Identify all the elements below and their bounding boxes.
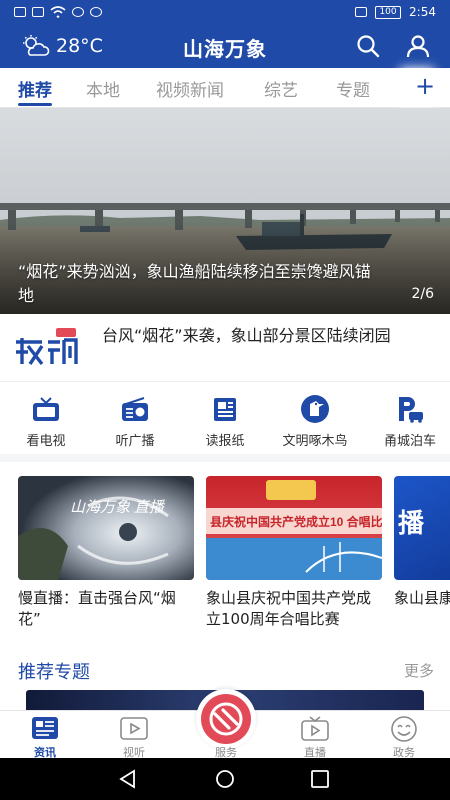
tab-recommend[interactable]: 推荐 xyxy=(18,76,52,101)
flash-news-bar[interactable]: 台风“烟花”来袭，象山部分景区陆续闭园 xyxy=(0,314,450,382)
card-health-literacy[interactable]: 播 象山县康素养 xyxy=(394,476,450,609)
section-title: 推荐专题 xyxy=(18,662,90,683)
live-tv-icon xyxy=(301,716,329,741)
tab-active-indicator xyxy=(18,103,52,106)
nav-news[interactable]: 资讯 xyxy=(15,716,75,760)
service-icon xyxy=(209,702,243,736)
app-notification-icon xyxy=(72,7,84,17)
woodpecker-icon xyxy=(301,395,329,423)
sim-icon xyxy=(14,7,26,17)
quick-link-radio[interactable]: 听广播 xyxy=(99,394,171,449)
quick-link-woodpecker[interactable]: 文明啄木鸟 xyxy=(279,394,351,449)
card-image: 播 xyxy=(394,476,450,580)
card-title[interactable]: 象山县康素养 xyxy=(394,588,450,609)
bottom-navigation: 资讯 视听 服务 直播 政务 xyxy=(0,689,450,760)
card-overlay-text: 播 xyxy=(398,508,425,538)
user-icon[interactable] xyxy=(406,34,430,58)
signal-icon xyxy=(32,7,44,17)
flash-news-headline[interactable]: 台风“烟花”来袭，象山部分景区陆续闭园 xyxy=(102,324,432,347)
search-icon[interactable] xyxy=(356,34,380,58)
tab-local[interactable]: 本地 xyxy=(86,76,120,101)
hero-caption[interactable]: “烟花”来势汹汹，象山渔船陆续移泊至崇馋避风锚地 xyxy=(18,260,378,308)
recents-icon xyxy=(311,770,329,788)
quick-link-tv[interactable]: 看电视 xyxy=(10,394,82,449)
card-overlay-text: 县庆祝中国共产党成立10 合唱比赛 xyxy=(210,514,382,529)
quick-links: 看电视 听广播 读报纸 文明啄木鸟 甬城泊车 xyxy=(0,382,450,462)
clock: 2:54 xyxy=(409,5,436,19)
wifi-icon xyxy=(50,6,66,18)
header-actions xyxy=(356,34,430,58)
category-tabs: 推荐 本地 视频新闻 综艺 专题 + xyxy=(0,68,450,108)
tab-topics[interactable]: 专题 xyxy=(336,76,370,101)
parking-icon xyxy=(399,397,423,423)
video-card-carousel[interactable]: 山海万象 直播 慢直播：直击强台风“烟花” 县庆祝中国共产党成立10 合唱比赛 … xyxy=(0,470,450,646)
tab-video-news[interactable]: 视频新闻 xyxy=(156,76,224,101)
quick-link-newspaper[interactable]: 读报纸 xyxy=(189,394,261,449)
quick-link-label: 文明啄木鸟 xyxy=(282,434,348,449)
add-tab-button[interactable]: + xyxy=(408,68,442,106)
radio-icon xyxy=(122,397,148,421)
nav-service-button[interactable] xyxy=(196,689,256,749)
recommended-topics-header: 推荐专题 更多 xyxy=(0,646,450,690)
tv-icon xyxy=(33,397,59,421)
card-image: 山海万象 直播 xyxy=(18,476,194,580)
system-nav-buttons xyxy=(119,769,329,789)
home-icon xyxy=(216,770,234,788)
gov-icon xyxy=(391,716,417,742)
tab-variety[interactable]: 综艺 xyxy=(264,76,298,101)
card-image: 县庆祝中国共产党成立10 合唱比赛 xyxy=(206,476,382,580)
card-title[interactable]: 慢直播：直击强台风“烟花” xyxy=(18,588,194,630)
carousel-page-indicator: 2/6 xyxy=(411,286,434,302)
quick-link-label: 听广播 xyxy=(115,434,155,449)
hero-carousel[interactable]: “烟花”来势汹汹，象山渔船陆续移泊至崇馋避风锚地 2/6 xyxy=(0,108,450,314)
battery-indicator: 100 xyxy=(375,5,402,19)
message-icon xyxy=(90,7,102,17)
status-bar: 100 2:54 xyxy=(0,0,450,26)
play-icon xyxy=(120,717,148,740)
nav-media[interactable]: 视听 xyxy=(104,716,164,760)
status-left xyxy=(14,6,102,18)
card-typhoon-livestream[interactable]: 山海万象 直播 慢直播：直击强台风“烟花” xyxy=(18,476,194,630)
nfc-icon xyxy=(355,7,368,17)
news-icon xyxy=(32,717,58,739)
card-title[interactable]: 象山县庆祝中国共产党成立100周年合唱比赛 xyxy=(206,588,382,630)
quick-link-parking[interactable]: 甬城泊车 xyxy=(374,394,446,449)
nav-live[interactable]: 直播 xyxy=(285,716,345,760)
system-navigation-bar xyxy=(0,758,450,800)
newspaper-icon xyxy=(214,398,236,421)
card-overlay-text: 山海万象 直播 xyxy=(70,499,166,516)
quick-link-label: 读报纸 xyxy=(205,434,245,449)
nav-service-circle xyxy=(201,694,251,744)
flash-news-logo xyxy=(16,328,78,366)
nav-government[interactable]: 政务 xyxy=(374,716,434,760)
quick-link-label: 甬城泊车 xyxy=(383,434,436,449)
more-link[interactable]: 更多 xyxy=(404,660,434,681)
status-right: 100 2:54 xyxy=(355,5,436,19)
card-chorus-contest[interactable]: 县庆祝中国共产党成立10 合唱比赛 象山县庆祝中国共产党成立100周年合唱比赛 xyxy=(206,476,382,630)
app-header: 28°C 山海万象 xyxy=(0,26,450,68)
back-icon xyxy=(119,769,135,789)
quick-link-label: 看电视 xyxy=(26,434,66,449)
